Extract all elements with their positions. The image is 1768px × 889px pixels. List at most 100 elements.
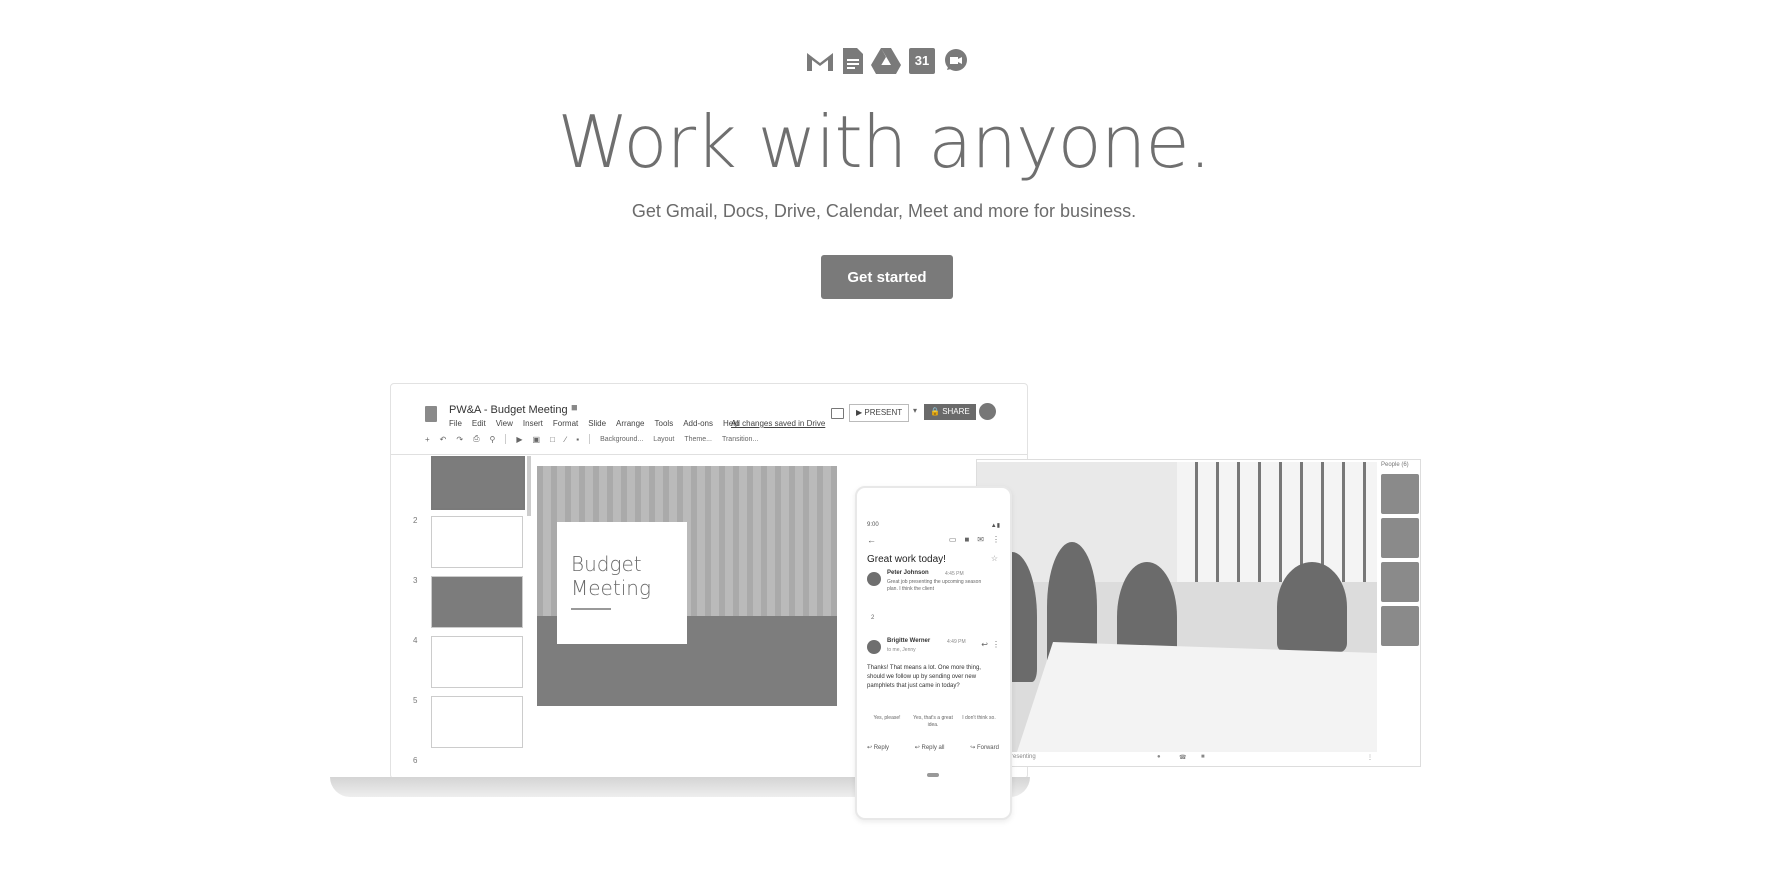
participant-tile[interactable] bbox=[1381, 606, 1419, 646]
slide-thumbnail[interactable] bbox=[431, 516, 523, 568]
phone-gmail-mockup: 9:00 ▲▮ ← ▭ ■ ✉ ⋮ Great work today! ☆ Pe… bbox=[855, 486, 1012, 820]
reply-icon[interactable]: ↩ bbox=[981, 640, 988, 649]
slides-header: PW&A - Budget Meeting ■ File Edit View I… bbox=[391, 384, 1027, 455]
message-time: 4:49 PM bbox=[947, 639, 966, 645]
menu-item[interactable]: Format bbox=[553, 419, 578, 428]
toolbar-divider bbox=[505, 434, 507, 444]
slide-title-line2: Meeting bbox=[571, 576, 651, 600]
reply-button[interactable]: ↩ Reply bbox=[867, 744, 889, 751]
avatar bbox=[867, 572, 881, 586]
transition-button[interactable]: Transition... bbox=[722, 436, 758, 443]
people-count[interactable]: People (6) bbox=[1381, 462, 1409, 468]
delete-icon[interactable]: ■ bbox=[964, 535, 969, 544]
camera-icon[interactable]: ■ bbox=[1201, 754, 1205, 760]
slide-title-line1: Budget bbox=[571, 552, 642, 576]
reply-label: Reply bbox=[873, 745, 890, 751]
forward-button[interactable]: ↪ Forward bbox=[970, 744, 999, 751]
slides-toolbar: + ↶ ↷ ⎙ ⚲ ▶ ▣ □ ∕ ▪ Background... Layout… bbox=[425, 434, 758, 444]
comment-add-icon[interactable]: ▪ bbox=[576, 435, 579, 444]
present-button[interactable]: ▶ PRESENT bbox=[849, 404, 910, 422]
more-icon[interactable]: ⋮ bbox=[1367, 754, 1373, 761]
menu-item[interactable]: View bbox=[496, 419, 513, 428]
gmail-icon bbox=[805, 49, 835, 73]
layout-button[interactable]: Layout bbox=[653, 436, 674, 443]
line-icon[interactable]: ∕ bbox=[565, 435, 566, 444]
slide-filmstrip: 2 3 4 5 6 bbox=[411, 456, 525, 776]
smart-replies: Yes, please! Yes, that's a great idea. I… bbox=[867, 712, 999, 737]
subheadline: Get Gmail, Docs, Drive, Calendar, Meet a… bbox=[631, 201, 1137, 221]
slide-thumbnail[interactable] bbox=[431, 696, 523, 748]
folder-icon[interactable]: ■ bbox=[571, 402, 578, 414]
calendar-day: 31 bbox=[914, 53, 930, 68]
shape-icon[interactable]: □ bbox=[550, 435, 555, 444]
email-subject: Great work today! bbox=[867, 554, 946, 565]
reply-all-button[interactable]: ↩ Reply all bbox=[915, 744, 945, 751]
more-icon[interactable]: ⋮ bbox=[992, 535, 1000, 544]
background-button[interactable]: Background... bbox=[600, 436, 643, 443]
theme-button[interactable]: Theme... bbox=[684, 436, 712, 443]
forward-label: Forward bbox=[976, 745, 999, 751]
mail-icon[interactable]: ✉ bbox=[977, 535, 984, 544]
participant-tile[interactable] bbox=[1381, 562, 1419, 602]
participant-tile[interactable] bbox=[1381, 474, 1419, 514]
hangup-icon[interactable]: ☎ bbox=[1179, 754, 1186, 761]
avatar bbox=[867, 640, 881, 654]
photo-table bbox=[1017, 642, 1377, 752]
print-icon[interactable]: ⎙ bbox=[473, 434, 479, 444]
menu-item[interactable]: Arrange bbox=[616, 419, 644, 428]
slide-thumbnail[interactable] bbox=[431, 636, 523, 688]
slides-doc-icon bbox=[425, 406, 437, 422]
menu-item[interactable]: Insert bbox=[523, 419, 543, 428]
participant-tile[interactable] bbox=[1381, 518, 1419, 558]
share-button[interactable]: 🔒 SHARE bbox=[924, 404, 976, 420]
message-recipients[interactable]: to me, Jenny bbox=[887, 647, 916, 653]
smart-reply-chip[interactable]: Yes, that's a great idea. bbox=[913, 712, 953, 737]
slide-canvas[interactable]: Budget Meeting bbox=[537, 466, 837, 706]
filmstrip-scrollbar[interactable] bbox=[527, 456, 531, 516]
slide-thumbnail[interactable] bbox=[431, 576, 523, 628]
reply-all-label: Reply all bbox=[921, 745, 945, 751]
menu-item[interactable]: Edit bbox=[472, 419, 486, 428]
participant-tiles bbox=[1381, 474, 1419, 674]
more-icon[interactable]: ⋮ bbox=[992, 640, 1000, 649]
menu-item[interactable]: Slide bbox=[588, 419, 606, 428]
menu-item[interactable]: Add-ons bbox=[683, 419, 713, 428]
signal-battery-icon: ▲▮ bbox=[990, 523, 1000, 529]
calendar-icon: 31 bbox=[909, 48, 935, 74]
meet-video-panel: People (6) Presenting ● ☎ ■ ⋮ bbox=[976, 459, 1421, 767]
slide-thumbnail[interactable] bbox=[431, 456, 525, 510]
undo-icon[interactable]: ↶ bbox=[440, 435, 447, 444]
slide-title: Budget Meeting bbox=[571, 552, 651, 600]
star-icon[interactable]: ☆ bbox=[991, 554, 998, 563]
slide-number: 3 bbox=[413, 576, 418, 585]
message-body: Thanks! That means a lot. One more thing… bbox=[867, 665, 981, 689]
menu-item[interactable]: Tools bbox=[655, 419, 674, 428]
zoom-icon[interactable]: ⚲ bbox=[489, 435, 495, 444]
doc-title[interactable]: PW&A - Budget Meeting bbox=[449, 404, 568, 416]
avatar[interactable] bbox=[979, 403, 996, 420]
get-started-button[interactable]: Get started bbox=[821, 255, 953, 299]
add-icon[interactable]: + bbox=[425, 435, 430, 444]
redo-icon[interactable]: ↷ bbox=[456, 435, 463, 444]
image-icon[interactable]: ▣ bbox=[533, 435, 541, 444]
mic-icon[interactable]: ● bbox=[1157, 754, 1161, 760]
headline: Work with anyone. bbox=[557, 100, 1211, 184]
chevron-down-icon[interactable]: ▾ bbox=[913, 406, 917, 415]
meet-footer: Presenting ● ☎ ■ ⋮ bbox=[1007, 754, 1407, 766]
select-icon[interactable]: ▶ bbox=[516, 435, 522, 444]
saved-status[interactable]: All changes saved in Drive bbox=[731, 419, 825, 428]
meet-icon bbox=[943, 48, 969, 74]
smart-reply-chip[interactable]: I don't think so. bbox=[959, 712, 999, 737]
smart-reply-chip[interactable]: Yes, please! bbox=[867, 712, 907, 737]
slide-title-card: Budget Meeting bbox=[557, 522, 687, 644]
menu-item[interactable]: File bbox=[449, 419, 462, 428]
present-label: PRESENT bbox=[864, 408, 903, 417]
archive-icon[interactable]: ▭ bbox=[949, 535, 957, 544]
toolbar-divider bbox=[589, 434, 591, 444]
message-snippet[interactable]: Great job presenting the upcoming season… bbox=[887, 579, 987, 593]
back-arrow-icon[interactable]: ← bbox=[867, 535, 876, 545]
collapsed-count[interactable]: 2 bbox=[871, 615, 874, 621]
home-indicator[interactable] bbox=[927, 773, 939, 777]
app-icon-row: 31 bbox=[805, 48, 969, 74]
comment-icon[interactable] bbox=[831, 408, 844, 419]
